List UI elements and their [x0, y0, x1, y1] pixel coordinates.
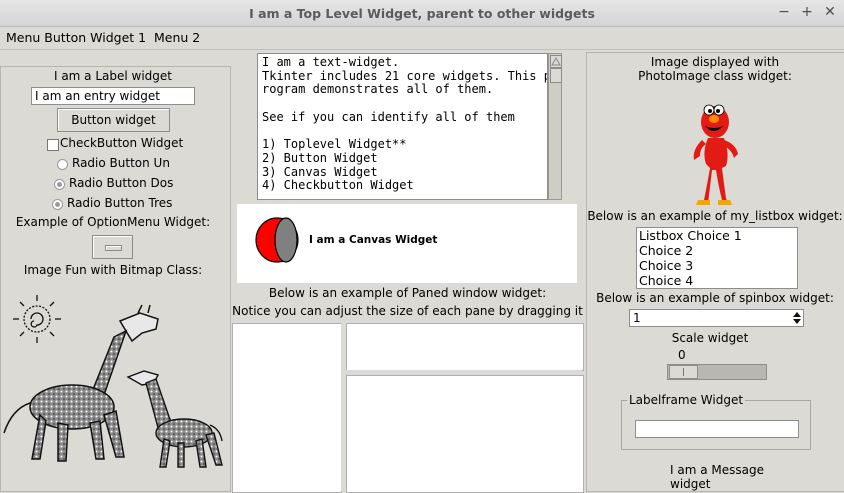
text-line: See if you can identify all of them: [262, 109, 515, 124]
pane-sash-horizontal[interactable]: [346, 370, 582, 374]
scale-grip-icon: [683, 368, 684, 376]
bitmap-giraffes-image: [3, 295, 223, 468]
paned-heading-2: Notice you can adjust the size of each p…: [232, 304, 583, 318]
radio-un-indicator[interactable]: [57, 159, 68, 170]
list-item[interactable]: Listbox Choice 1: [639, 228, 795, 243]
radio-dos-label[interactable]: Radio Button Dos: [69, 176, 173, 190]
paned-heading-1: Below is an example of Paned window widg…: [268, 286, 547, 300]
radio-tres-label[interactable]: Radio Button Tres: [67, 196, 172, 210]
maximize-icon[interactable]: +: [799, 4, 815, 20]
optionmenu-heading: Example of OptionMenu Widget:: [15, 215, 211, 229]
canvas-label: I am a Canvas Widget: [309, 234, 438, 246]
text-line: [262, 97, 543, 111]
text-line: rogram demonstrates all of them.: [262, 82, 494, 97]
scroll-up-arrow-icon[interactable]: [550, 55, 562, 68]
spinbox-widget[interactable]: 1: [629, 309, 804, 327]
text-line: I am a text-widget.: [262, 55, 400, 69]
half-sphere-icon: [255, 217, 299, 263]
window-title: I am a Top Level Widget, parent to other…: [249, 6, 595, 21]
message-widget-line-2: widget: [670, 477, 711, 491]
elmo-photo-image: [693, 104, 738, 205]
canvas-widget[interactable]: I am a Canvas Widget: [237, 204, 577, 283]
menu-button-2[interactable]: Menu 2: [154, 30, 200, 45]
scale-value: 0: [678, 348, 686, 362]
sun-icon: [13, 295, 61, 343]
optionmenu-indicator-icon: [105, 245, 122, 251]
pane-top-right[interactable]: [346, 323, 584, 371]
spinbox-value[interactable]: 1: [633, 311, 641, 325]
bitmap-heading: Image Fun with Bitmap Class:: [23, 263, 203, 277]
entry-widget[interactable]: I am an entry widget: [31, 87, 195, 105]
menu-button-1[interactable]: Menu Button Widget 1: [6, 30, 146, 45]
title-bar: I am a Top Level Widget, parent to other…: [0, 0, 844, 27]
text-line: 3) Canvas Widget: [262, 164, 378, 179]
scale-slider-handle[interactable]: [669, 365, 698, 379]
small-giraffe: [126, 370, 223, 468]
minimize-icon[interactable]: −: [776, 4, 792, 20]
text-line: 1) Toplevel Widget**: [262, 137, 407, 152]
scale-trough[interactable]: [667, 364, 767, 380]
checkbutton-box[interactable]: [47, 139, 59, 151]
text-line: 4) Checkbutton Widget: [262, 178, 414, 193]
listbox-heading: Below is an example of my_listbox widget…: [587, 209, 843, 223]
text-line: [262, 124, 543, 138]
list-item[interactable]: Choice 4: [639, 273, 795, 288]
text-line: 2) Button Widget: [262, 150, 378, 165]
optionmenu-widget[interactable]: [92, 235, 133, 259]
pane-bottom-right[interactable]: [346, 375, 584, 493]
close-icon[interactable]: ✕: [822, 4, 838, 20]
labelframe-title: Labelframe Widget: [627, 393, 746, 407]
scroll-thumb[interactable]: [550, 68, 562, 83]
pane-left[interactable]: [232, 323, 342, 493]
text-widget[interactable]: I am a text-widget. Tkinter includes 21 …: [257, 53, 548, 200]
scale-heading: Scale widget: [671, 331, 749, 345]
listbox-widget[interactable]: Listbox Choice 1 Choice 2 Choice 3 Choic…: [636, 227, 798, 289]
spinbox-heading: Below is an example of spinbox widget:: [596, 291, 834, 305]
message-widget-line-1: I am a Message: [670, 463, 764, 477]
label-widget: I am a Label widget: [53, 69, 173, 83]
list-item[interactable]: Choice 3: [639, 258, 795, 273]
image-heading-2: PhotoImage class widget:: [638, 69, 792, 83]
button-widget[interactable]: Button widget: [57, 108, 170, 132]
list-item[interactable]: Choice 2: [639, 243, 795, 258]
radio-dos-indicator[interactable]: [54, 179, 65, 190]
radio-un-label[interactable]: Radio Button Un: [72, 156, 170, 170]
big-giraffe: [3, 304, 159, 462]
radio-tres-indicator[interactable]: [52, 199, 63, 210]
spinbox-arrows-icon[interactable]: [792, 311, 802, 325]
menu-bar: Menu Button Widget 1 Menu 2: [0, 27, 844, 50]
text-line: Tkinter includes 21 core widgets. This p: [262, 68, 548, 83]
text-scrollbar[interactable]: [548, 53, 562, 200]
labelframe-entry[interactable]: [635, 420, 799, 438]
checkbutton-label[interactable]: CheckButton Widget: [60, 136, 183, 150]
image-heading-1: Image displayed with: [650, 55, 780, 69]
